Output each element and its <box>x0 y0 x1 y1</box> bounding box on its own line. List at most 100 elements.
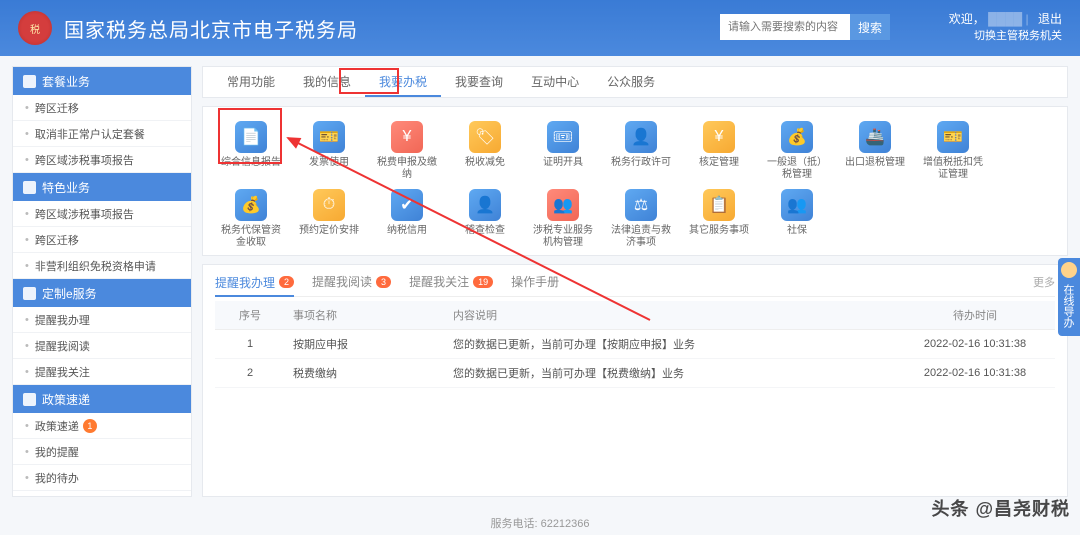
sidebar-item[interactable]: 非营利组织免税资格申请 <box>13 253 191 279</box>
app-header: 税 国家税务总局北京市电子税务局 搜索 欢迎， ████ | 退出 切换主管税务… <box>0 0 1080 56</box>
main-content: 常用功能 我的信息 我要办税 我要查询 互动中心 公众服务 📄 综合信息报告 🎫 发票… <box>202 66 1068 497</box>
service-icon: 👥 <box>781 189 813 221</box>
notice-tab-follow[interactable]: 提醒我关注19 <box>409 273 493 290</box>
tab-common[interactable]: 常用功能 <box>213 67 289 97</box>
tab-interact[interactable]: 互动中心 <box>517 67 593 97</box>
user-area: 欢迎， ████ | 退出 切换主管税务机关 <box>949 10 1062 45</box>
service-icon: ¥ <box>391 121 423 153</box>
notice-tab-todo[interactable]: 提醒我办理2 <box>215 274 294 297</box>
sidebar-item[interactable]: 跨区迁移 <box>13 95 191 121</box>
service-item-15[interactable]: ⚖ 法律追责与救济事项 <box>611 189 671 249</box>
service-label: 纳税信用 <box>387 225 427 247</box>
service-label: 发票使用 <box>309 157 349 179</box>
service-label: 涉税专业服务机构管理 <box>533 225 593 249</box>
service-item-17[interactable]: 👥 社保 <box>767 189 827 249</box>
sidebar-head-package[interactable]: 套餐业务 <box>13 67 191 95</box>
sidebar-item[interactable]: 提醒我阅读 <box>13 333 191 359</box>
sidebar-item[interactable]: 我的待办 <box>13 465 191 491</box>
notice-table: 序号 事项名称 内容说明 待办时间 1按期应申报您的数据已更新，当前可办理【按期… <box>215 301 1055 388</box>
sidebar-item[interactable]: 跨区域涉税事项报告 <box>13 201 191 227</box>
sidebar-item[interactable]: 跨区域涉税事项报告 <box>13 147 191 173</box>
service-item-6[interactable]: ¥ 核定管理 <box>689 121 749 181</box>
service-grid-panel: 📄 综合信息报告 🎫 发票使用 ¥ 税费申报及缴纳 🏷 税收减免 🎟 证明开具 👤 税务行政许可 ¥ 核定… <box>202 106 1068 256</box>
service-icon: 📋 <box>703 189 735 221</box>
service-item-2[interactable]: ¥ 税费申报及缴纳 <box>377 121 437 181</box>
service-item-5[interactable]: 👤 税务行政许可 <box>611 121 671 181</box>
service-item-16[interactable]: 📋 其它服务事项 <box>689 189 749 249</box>
service-label: 法律追责与救济事项 <box>611 225 671 249</box>
service-icon: 💰 <box>781 121 813 153</box>
service-label: 综合信息报告 <box>221 157 281 179</box>
service-item-1[interactable]: 🎫 发票使用 <box>299 121 359 181</box>
service-label: 税收减免 <box>465 157 505 179</box>
service-item-8[interactable]: 🚢 出口退税管理 <box>845 121 905 181</box>
service-icon: 🎫 <box>937 121 969 153</box>
service-label: 税费申报及缴纳 <box>377 157 437 181</box>
sidebar-item[interactable]: 提醒我办理 <box>13 307 191 333</box>
service-label: 证明开具 <box>543 157 583 179</box>
service-label: 其它服务事项 <box>689 225 749 247</box>
service-icon: 👤 <box>469 189 501 221</box>
main-tabs: 常用功能 我的信息 我要办税 我要查询 互动中心 公众服务 <box>202 66 1068 98</box>
service-item-4[interactable]: 🎟 证明开具 <box>533 121 593 181</box>
welcome-text: 欢迎， <box>949 12 985 26</box>
service-item-9[interactable]: 🎫 增值税抵扣凭证管理 <box>923 121 983 181</box>
sidebar-item[interactable]: 我的提醒 <box>13 439 191 465</box>
search-button[interactable]: 搜索 <box>850 14 890 40</box>
service-label: 税务代保管资金收取 <box>221 225 281 249</box>
sidebar-head-policy[interactable]: 政策速递 <box>13 385 191 413</box>
sidebar-item[interactable]: 跨区迁移 <box>13 227 191 253</box>
service-item-11[interactable]: ⏱ 预约定价安排 <box>299 189 359 249</box>
service-item-14[interactable]: 👥 涉税专业服务机构管理 <box>533 189 593 249</box>
sidebar-item[interactable]: 政策速递1 <box>13 413 191 439</box>
sidebar-item[interactable]: 提醒我关注 <box>13 359 191 385</box>
service-icon: 🚢 <box>859 121 891 153</box>
service-item-13[interactable]: 👤 稽查检查 <box>455 189 515 249</box>
tab-dotax[interactable]: 我要办税 <box>365 67 441 97</box>
app-title: 国家税务总局北京市电子税务局 <box>64 14 358 43</box>
service-icon: 🏷 <box>469 121 501 153</box>
service-icon: 👤 <box>625 121 657 153</box>
watermark-text: 头条 @昌尧财税 <box>931 495 1070 521</box>
policy-badge: 1 <box>83 419 97 433</box>
service-item-10[interactable]: 💰 税务代保管资金收取 <box>221 189 281 249</box>
service-icon: 🎟 <box>547 121 579 153</box>
service-item-7[interactable]: 💰一般退（抵）税管理 <box>767 121 827 181</box>
footer-phone: 服务电话: 62212366 <box>0 515 1080 531</box>
service-label: 税务行政许可 <box>611 157 671 179</box>
service-label: 稽查检查 <box>465 225 505 247</box>
switch-org-link[interactable]: 切换主管税务机关 <box>974 30 1062 42</box>
service-label: 预约定价安排 <box>299 225 359 247</box>
service-icon: 📄 <box>235 121 267 153</box>
tab-public[interactable]: 公众服务 <box>593 67 669 97</box>
service-icon: 👥 <box>547 189 579 221</box>
logout-link[interactable]: 退出 <box>1038 12 1062 26</box>
notice-tabs: 提醒我办理2 提醒我阅读3 提醒我关注19 操作手册 更多 <box>215 273 1055 297</box>
notice-more-link[interactable]: 更多 <box>1033 274 1055 290</box>
service-label: 社保 <box>787 225 807 247</box>
notice-panel: 提醒我办理2 提醒我阅读3 提醒我关注19 操作手册 更多 序号 事项名称 内容… <box>202 264 1068 497</box>
service-label: 核定管理 <box>699 157 739 179</box>
service-icon: ¥ <box>703 121 735 153</box>
service-icon: ⚖ <box>625 189 657 221</box>
table-row[interactable]: 2税费缴纳您的数据已更新，当前可办理【税费缴纳】业务2022-02-16 10:… <box>215 359 1055 388</box>
service-icon: 💰 <box>235 189 267 221</box>
service-icon: 🎫 <box>313 121 345 153</box>
service-label: 出口退税管理 <box>845 157 905 179</box>
service-label: 增值税抵扣凭证管理 <box>923 157 983 181</box>
float-help-button[interactable]: 在线导办 <box>1058 258 1080 336</box>
table-row[interactable]: 1按期应申报您的数据已更新，当前可办理【按期应申报】业务2022-02-16 1… <box>215 330 1055 359</box>
sidebar-head-eservice[interactable]: 定制e服务 <box>13 279 191 307</box>
search-wrap: 搜索 <box>720 14 890 40</box>
service-icon: ⏱ <box>313 189 345 221</box>
tab-query[interactable]: 我要查询 <box>441 67 517 97</box>
search-input[interactable] <box>720 14 850 40</box>
sidebar-item[interactable]: 取消非正常户认定套餐 <box>13 121 191 147</box>
service-item-0[interactable]: 📄 综合信息报告 <box>221 121 281 181</box>
sidebar-head-special[interactable]: 特色业务 <box>13 173 191 201</box>
service-item-12[interactable]: ✔纳税信用 <box>377 189 437 249</box>
notice-tab-read[interactable]: 提醒我阅读3 <box>312 273 391 290</box>
tab-myinfo[interactable]: 我的信息 <box>289 67 365 97</box>
service-item-3[interactable]: 🏷 税收减免 <box>455 121 515 181</box>
notice-tab-manual[interactable]: 操作手册 <box>511 273 559 290</box>
